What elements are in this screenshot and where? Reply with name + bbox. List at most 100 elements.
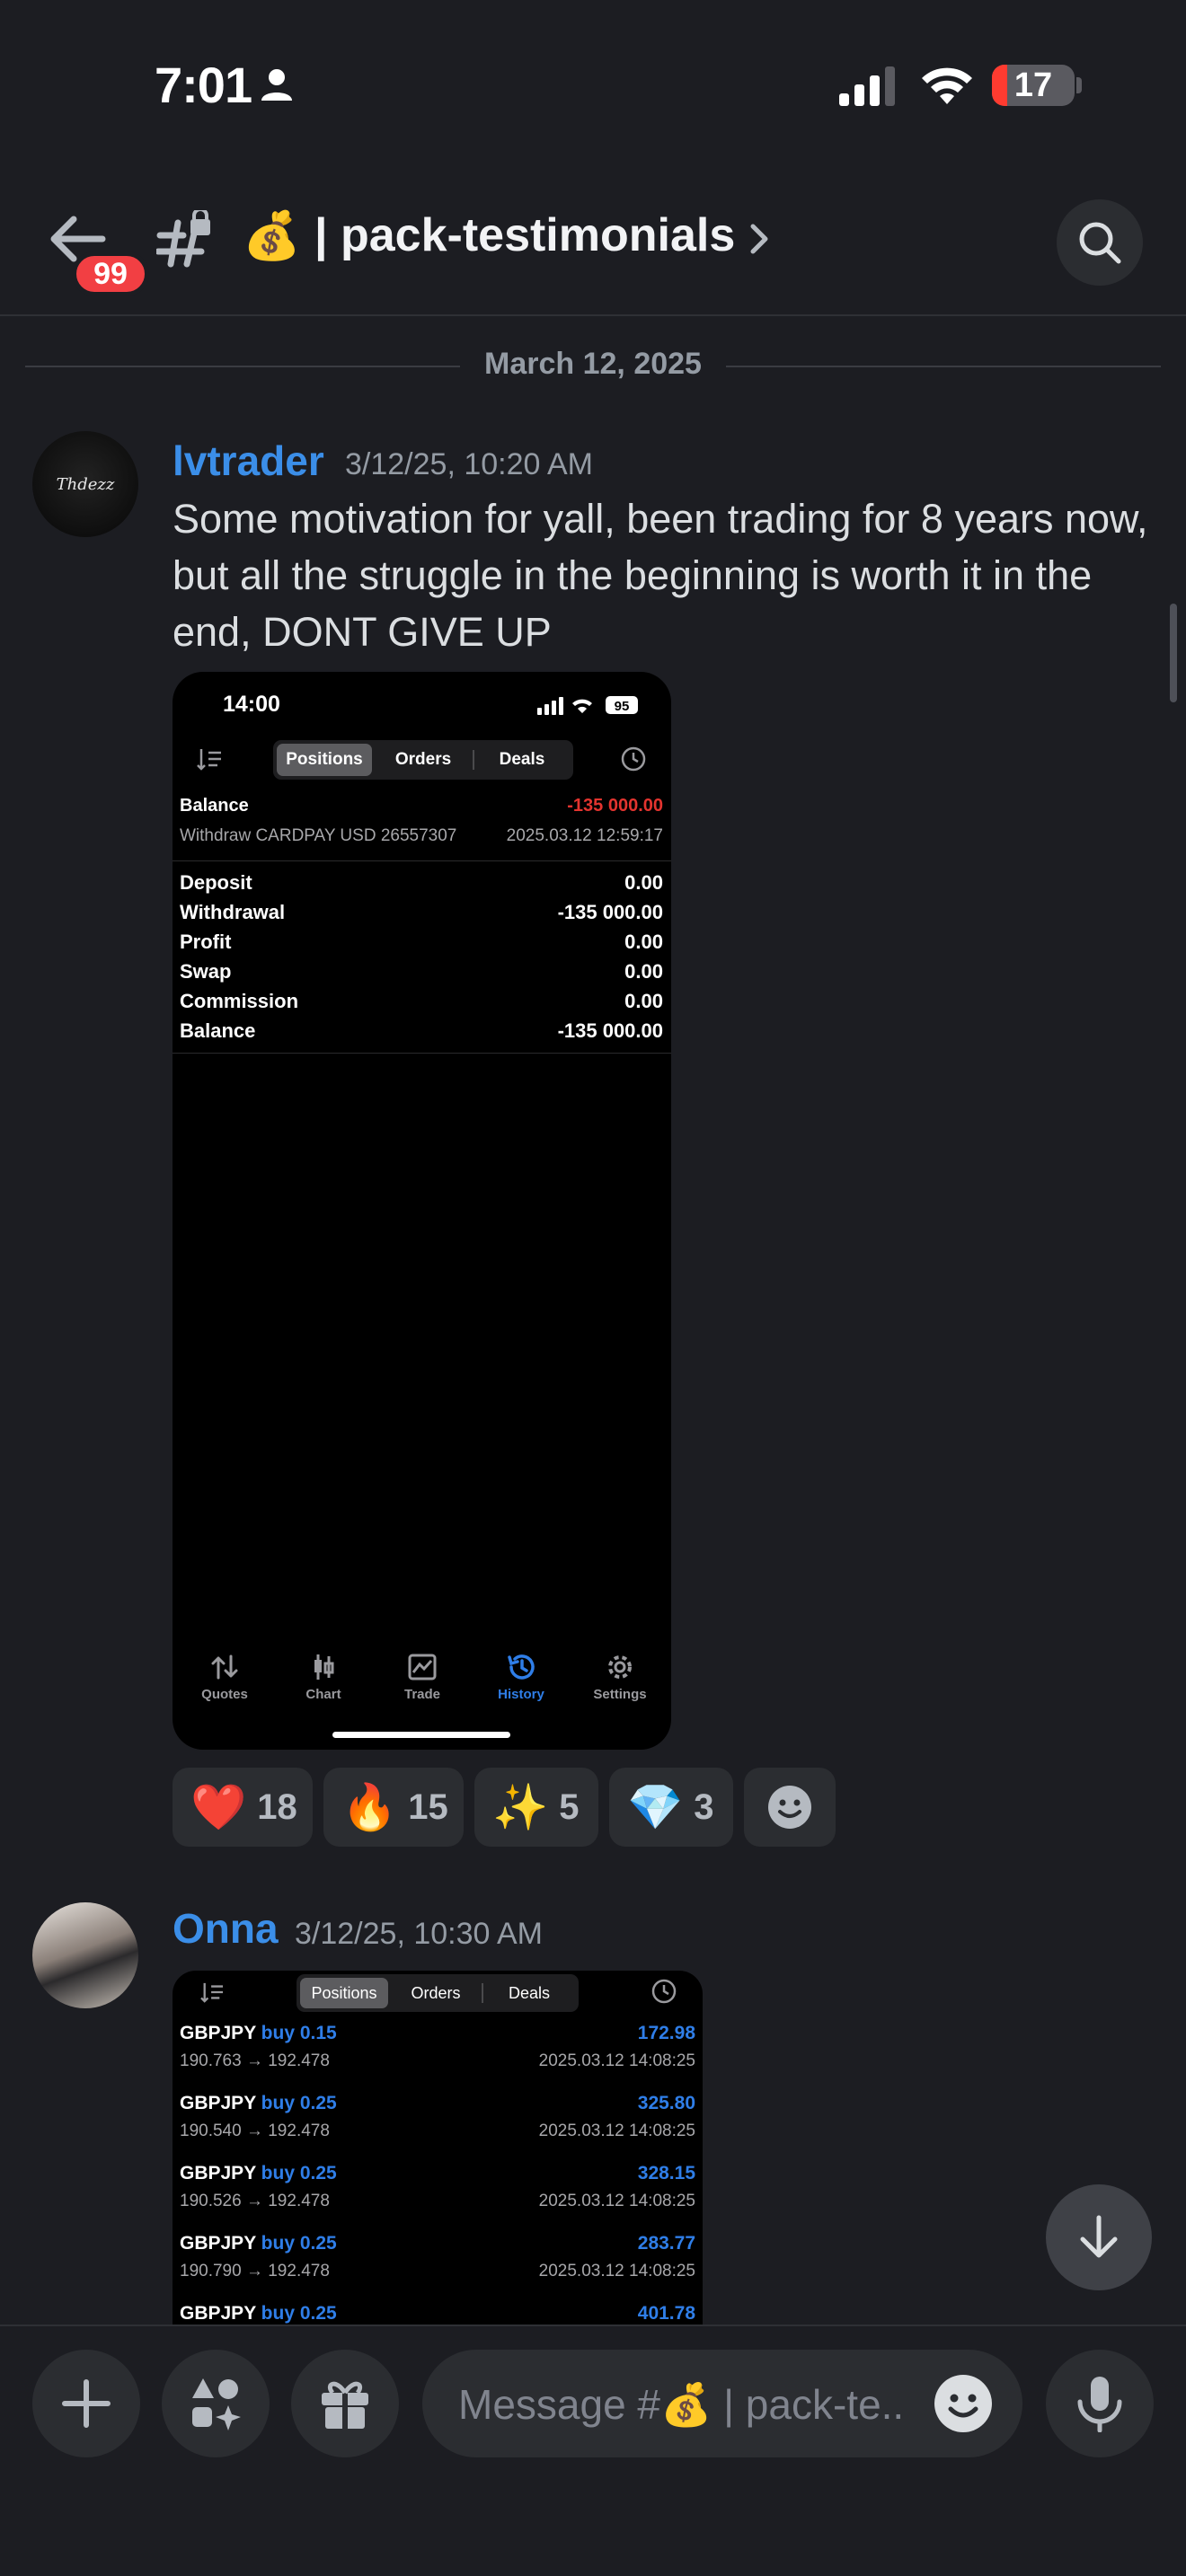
tab-quotes: Quotes	[189, 1653, 261, 1702]
reaction-emoji: ✨	[492, 1781, 549, 1832]
summary-label: Profit	[180, 931, 232, 953]
apps-button[interactable]	[162, 2350, 270, 2457]
message-timestamp: 3/12/25, 10:30 AM	[295, 1917, 543, 1951]
position-side: buy 0.25	[261, 2233, 337, 2254]
position-side: buy 0.15	[261, 2023, 337, 2043]
tab-settings: Settings	[584, 1653, 656, 1702]
position-row: GBPJPY buy 0.25 328.15 190.526 → 192.478…	[180, 2163, 695, 2233]
summary-label: Swap	[180, 960, 232, 983]
channel-emoji: 💰	[243, 210, 301, 262]
microphone-icon	[1077, 2377, 1122, 2432]
emoji-icon[interactable]	[933, 2373, 994, 2434]
plus-icon	[62, 2379, 111, 2428]
position-side: buy 0.25	[261, 2093, 337, 2113]
unread-badge: 99	[72, 251, 149, 296]
clock-icon	[621, 746, 646, 772]
image-status-icons: 95	[537, 696, 638, 715]
voice-message-button[interactable]	[1046, 2350, 1154, 2457]
position-time: 2025.03.12 14:08:25	[538, 2122, 695, 2140]
wifi-icon	[922, 67, 972, 104]
message-author[interactable]: Onna	[173, 1904, 279, 1953]
chart-icon	[314, 1654, 334, 1680]
symbol-name: GBPJPY	[180, 2233, 256, 2254]
reaction-sparkles[interactable]: ✨ 5	[474, 1768, 598, 1847]
message-input[interactable]: Message #💰 | pack-te..	[422, 2350, 1022, 2457]
position-profit: 401.78	[637, 2303, 695, 2324]
avatar[interactable]	[32, 1902, 138, 2008]
trade-icon	[408, 1654, 437, 1681]
history-icon	[508, 1654, 535, 1680]
summary-row: Profit 0.00	[180, 931, 663, 960]
segmented-control: Positions Orders Deals	[273, 740, 573, 780]
summary-value: -135 000.00	[557, 1019, 663, 1042]
summary-value: 0.00	[624, 871, 663, 894]
hash-lock-icon	[156, 210, 210, 268]
search-button[interactable]	[1057, 199, 1143, 286]
position-profit: 328.15	[637, 2163, 695, 2183]
tab-deals: Deals	[508, 1984, 551, 2002]
message-text: Some motivation for yall, been trading f…	[173, 496, 1148, 655]
summary-row: Commission 0.00	[180, 990, 663, 1019]
add-reaction-button[interactable]	[744, 1768, 836, 1847]
position-time: 2025.03.12 14:08:25	[538, 2192, 695, 2210]
scrollbar-thumb[interactable]	[1170, 604, 1177, 702]
sort-icon	[197, 749, 221, 771]
symbol-name: GBPJPY	[180, 2303, 256, 2324]
symbol-name: GBPJPY	[180, 2023, 256, 2043]
position-symbol: GBPJPY buy 0.25	[180, 2093, 337, 2114]
position-time: 2025.03.12 14:08:25	[538, 2051, 695, 2070]
battery-level: 17	[1013, 66, 1053, 104]
avatar-logo-text: Thdezz	[56, 474, 115, 494]
segment-separator	[482, 1983, 483, 2003]
message-image-attachment[interactable]: 14:00 95 Positions Orders Deals Balance …	[173, 672, 671, 1750]
gift-button[interactable]	[291, 2350, 399, 2457]
tab-trade: Trade	[386, 1653, 458, 1702]
position-symbol: GBPJPY buy 0.25	[180, 2163, 337, 2184]
position-prices: 190.790 → 192.478	[180, 2262, 330, 2280]
summary-row: Withdrawal -135 000.00	[180, 901, 663, 931]
date-divider-line	[25, 366, 460, 367]
chevron-right-icon[interactable]	[749, 223, 771, 255]
tab-label: Quotes	[201, 1687, 248, 1702]
symbol-name: GBPJPY	[180, 2093, 256, 2113]
jump-to-present-button[interactable]	[1046, 2184, 1152, 2290]
balance-label: Balance	[180, 796, 249, 816]
tab-label: Trade	[403, 1687, 441, 1702]
summary-label: Deposit	[180, 871, 252, 894]
reaction-gem[interactable]: 💎 3	[609, 1768, 733, 1847]
tab-label: Chart	[305, 1687, 341, 1702]
search-icon	[1079, 222, 1121, 264]
reaction-emoji: 🔥	[341, 1781, 398, 1832]
reaction-emoji: 💎	[627, 1781, 684, 1832]
message-image-attachment[interactable]: Positions Orders Deals GBPJPY buy 0.15 1…	[173, 1971, 703, 2330]
position-symbol: GBPJPY buy 0.25	[180, 2233, 337, 2254]
sort-icon	[200, 1982, 223, 2003]
position-profit: 283.77	[637, 2233, 695, 2254]
gear-icon	[608, 1655, 632, 1679]
summary-value: -135 000.00	[557, 901, 663, 923]
summary-label: Commission	[180, 990, 299, 1012]
position-prices: 190.526 → 192.478	[180, 2192, 330, 2210]
add-attachment-button[interactable]	[32, 2350, 140, 2457]
tab-positions: Positions	[277, 744, 372, 776]
image-status-time: 14:00	[223, 692, 280, 717]
reaction-heart[interactable]: ❤️ 18	[173, 1768, 313, 1847]
position-time: 2025.03.12 14:08:25	[538, 2262, 695, 2280]
gift-icon	[322, 2381, 368, 2429]
symbol-name: GBPJPY	[180, 2163, 256, 2183]
avatar[interactable]: Thdezz	[32, 431, 138, 537]
reaction-count: 3	[694, 1786, 714, 1827]
position-symbol: GBPJPY buy 0.15	[180, 2023, 337, 2044]
position-side: buy 0.25	[261, 2163, 337, 2183]
message-author[interactable]: lvtrader	[173, 437, 324, 485]
apps-icon	[192, 2378, 241, 2430]
reaction-fire[interactable]: 🔥 15	[323, 1768, 464, 1847]
divider	[173, 1053, 671, 1054]
divider	[173, 860, 671, 861]
header-divider	[0, 314, 1186, 316]
date-divider: March 12, 2025	[484, 347, 702, 381]
summary-row: Deposit 0.00	[180, 871, 663, 901]
bottom-tab-bar: Quotes Chart Trade History Settings	[173, 1653, 671, 1716]
position-prices: 190.763 → 192.478	[180, 2051, 330, 2070]
channel-name[interactable]: | pack-testimonials	[314, 208, 735, 262]
